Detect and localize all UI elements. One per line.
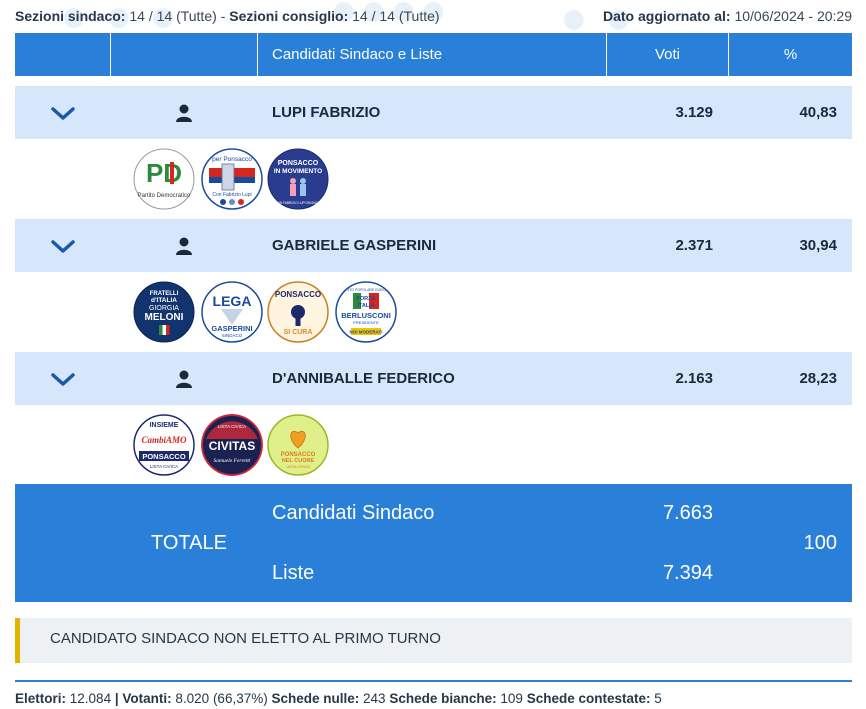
chevron-down-icon[interactable]	[51, 367, 75, 391]
candidate-row[interactable]: LUPI FABRIZIO 3.129 40,83	[15, 86, 852, 139]
candidati-sindaco-value: 7.663	[662, 502, 713, 524]
info-bar: Sezioni sindaco: 14 / 14 (Tutte) - Sezio…	[15, 8, 852, 26]
lega-title: LEGA	[213, 293, 252, 309]
sezioni-consiglio-label: Sezioni consiglio:	[229, 8, 349, 24]
fi-line4: BERLUSCONI	[341, 311, 391, 320]
lists-row: INSIEME CambiAMO PONSACCO LISTA CIVICA L…	[15, 405, 852, 485]
candidate-percent: 40,83	[799, 104, 837, 121]
fi-line5: PRESIDENTE	[353, 320, 379, 325]
person-icon	[176, 104, 192, 122]
person-icon	[176, 370, 192, 388]
sezioni-sindaco-value: 14 / 14 (Tutte)	[129, 8, 217, 24]
votanti-value: 8.020 (66,37%)	[175, 691, 268, 706]
separator: -	[220, 8, 226, 24]
person-icon	[176, 237, 192, 255]
fratelli-italia-logo: FRATELLI d'ITALIA GIORGIA MELONI	[133, 281, 195, 343]
chevron-down-icon[interactable]	[51, 234, 75, 258]
fdi-line3: GIORGIA	[149, 305, 179, 312]
pd-logo: PD Partito Democratico	[133, 148, 195, 210]
insieme-line2: CambiAMO	[141, 435, 187, 445]
lega-name: GASPERINI	[211, 324, 252, 333]
movimento-line3: CON FABRIZIO LUPI SINDACO	[275, 201, 321, 205]
civitas-line3: Samuele Ferretti	[214, 458, 251, 464]
pd-letters: PD	[146, 158, 182, 188]
lega-role: SINDACO	[222, 333, 243, 338]
lists-row: FRATELLI d'ITALIA GIORGIA MELONI LEGA GA…	[15, 272, 852, 352]
fi-line3: ITALIA	[357, 303, 374, 309]
lega-logo: LEGA GASPERINI SINDACO	[201, 281, 263, 343]
candidate-name: D'ANNIBALLE FEDERICO	[272, 370, 455, 387]
candidate-votes: 3.129	[675, 104, 713, 121]
civitas-logo: LISTA CIVICA CIVITAS Samuele Ferretti	[201, 414, 263, 476]
fdi-line2: d'ITALIA	[151, 297, 177, 304]
totals-block: TOTALE Candidati Sindaco 7.663 Liste 7.3…	[15, 484, 852, 602]
sicura-line1: PONSACCO	[275, 290, 321, 299]
chevron-down-icon[interactable]	[51, 101, 75, 125]
candidate-percent: 28,23	[799, 370, 837, 387]
cuore-line3: LISTA CIVICA	[286, 465, 310, 469]
divider	[15, 680, 852, 682]
votanti-label: Votanti:	[122, 691, 172, 706]
notice-box: CANDIDATO SINDACO NON ELETTO AL PRIMO TU…	[15, 618, 852, 663]
elettori-label: Elettori:	[15, 691, 67, 706]
ponsacco-nel-cuore-logo: PONSACCO NEL CUORE LISTA CIVICA	[267, 414, 329, 476]
nulle-value: 243	[363, 691, 386, 706]
civitas-line2: CIVITAS	[209, 439, 255, 453]
totale-percent: 100	[803, 532, 837, 554]
ponsacco-in-movimento-logo: PONSACCO IN MOVIMENTO CON FABRIZIO LUPI …	[267, 148, 329, 210]
header-col-voti: Voti	[607, 33, 729, 76]
contestate-value: 5	[654, 691, 662, 706]
cuore-line2: NEL CUORE	[282, 458, 315, 464]
sezioni-sindaco-label: Sezioni sindaco:	[15, 8, 126, 24]
insieme-line1: INSIEME	[150, 422, 179, 429]
movimento-line1: PONSACCO	[278, 160, 319, 167]
notice-text: CANDIDATO SINDACO NON ELETTO AL PRIMO TU…	[50, 630, 441, 647]
contestate-label: Schede contestate:	[526, 691, 651, 706]
fi-line6: NOI MODERATI	[350, 330, 383, 335]
liste-value: 7.394	[662, 562, 713, 584]
updated-label: Dato aggiornato al:	[603, 8, 731, 24]
movimento-line2: IN MOVIMENTO	[274, 168, 322, 175]
candidate-percent: 30,94	[799, 237, 837, 254]
per-ponsacco-subtitle: Con Fabrizio Lupi	[212, 192, 251, 198]
elettori-value: 12.084	[69, 691, 112, 706]
candidate-votes: 2.371	[675, 237, 713, 254]
forza-italia-logo: PARTITO POPOLARE EUROPEO FORZA ITALIA BE…	[335, 281, 397, 343]
bianche-value: 109	[500, 691, 523, 706]
header-col-expand	[15, 33, 111, 76]
bianche-label: Schede bianche:	[389, 691, 497, 706]
candidate-row[interactable]: GABRIELE GASPERINI 2.371 30,94	[15, 219, 852, 272]
candidati-sindaco-label: Candidati Sindaco	[272, 502, 435, 524]
insieme-line3: PONSACCO	[142, 452, 186, 461]
footer-stats: Elettori: 12.084 | Votanti: 8.020 (66,37…	[15, 691, 662, 706]
candidate-votes: 2.163	[675, 370, 713, 387]
pd-subtitle: Partito Democratico	[138, 193, 191, 199]
header-col-icon	[111, 33, 258, 76]
header-col-candidati: Candidati Sindaco e Liste	[258, 33, 607, 76]
candidate-name: LUPI FABRIZIO	[272, 104, 381, 121]
per-ponsacco-title: per Ponsacco	[212, 156, 252, 163]
candidate-name: GABRIELE GASPERINI	[272, 237, 437, 254]
fi-line2: FORZA	[357, 296, 376, 302]
per-ponsacco-logo: per Ponsacco Con Fabrizio Lupi	[201, 148, 263, 210]
sezioni-consiglio-value: 14 / 14 (Tutte)	[352, 8, 440, 24]
fi-line1: PARTITO POPOLARE EUROPEO	[339, 288, 393, 292]
ponsacco-si-cura-logo: PONSACCO SI CURA	[267, 281, 329, 343]
updated-value: 10/06/2024 - 20:29	[734, 8, 852, 24]
sicura-line2: SI CURA	[284, 329, 313, 336]
nulle-label: Schede nulle:	[271, 691, 360, 706]
totale-label: TOTALE	[151, 532, 227, 554]
liste-label: Liste	[272, 562, 315, 584]
fdi-line4: MELONI	[145, 312, 184, 323]
civitas-line1: LISTA CIVICA	[218, 424, 246, 429]
insieme-line4: LISTA CIVICA	[150, 464, 178, 469]
insieme-cambiamo-logo: INSIEME CambiAMO PONSACCO LISTA CIVICA	[133, 414, 195, 476]
table-header: Candidati Sindaco e Liste Voti %	[15, 33, 852, 76]
candidate-row[interactable]: D'ANNIBALLE FEDERICO 2.163 28,23	[15, 352, 852, 405]
header-col-percent: %	[783, 46, 798, 63]
lists-row: PD Partito Democratico per Ponsacco Con …	[15, 139, 852, 219]
